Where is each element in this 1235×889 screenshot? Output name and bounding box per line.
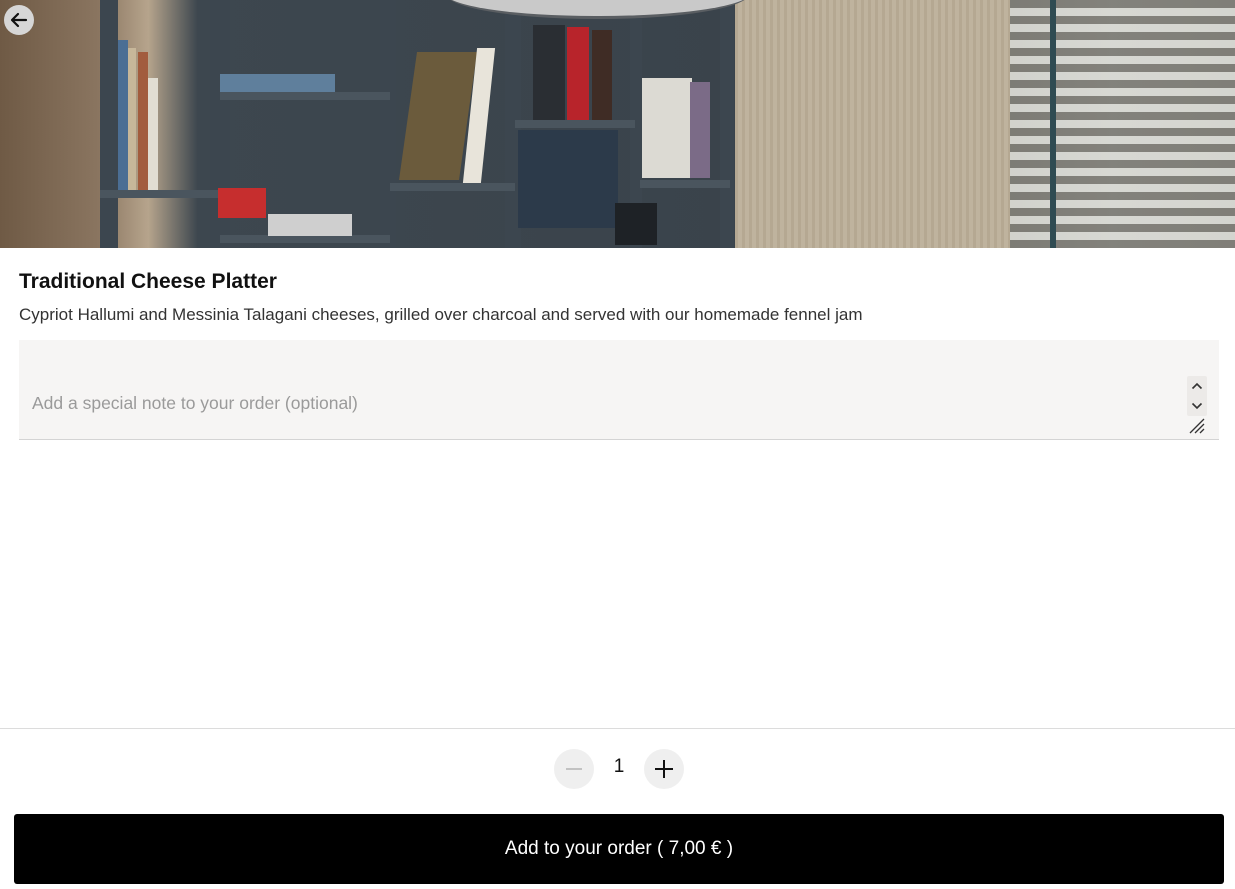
footer-divider bbox=[0, 728, 1235, 729]
product-hero-image bbox=[0, 0, 1235, 248]
hero-cup bbox=[615, 203, 657, 245]
special-note-field bbox=[19, 340, 1219, 440]
plus-icon bbox=[655, 760, 673, 778]
note-scroll-spinner bbox=[1187, 376, 1207, 416]
hero-game-box bbox=[268, 214, 352, 236]
add-to-order-button[interactable]: Add to your order ( 7,00 € ) bbox=[14, 814, 1224, 884]
hero-book bbox=[592, 30, 612, 120]
hero-shelf bbox=[515, 120, 635, 128]
hero-lamp-pole bbox=[1050, 0, 1056, 248]
hero-game-box bbox=[218, 188, 266, 218]
hero-book bbox=[567, 27, 589, 120]
product-description: Cypriot Hallumi and Messinia Talagani ch… bbox=[19, 305, 863, 324]
hero-shelf-post bbox=[380, 0, 396, 248]
back-button[interactable] bbox=[4, 5, 34, 35]
hero-book bbox=[118, 40, 128, 190]
chevron-up-icon bbox=[1191, 382, 1203, 390]
scroll-up-button[interactable] bbox=[1187, 376, 1207, 396]
hero-shelf bbox=[640, 180, 730, 188]
resize-handle-icon[interactable] bbox=[1187, 416, 1205, 434]
hero-wall-panel bbox=[735, 0, 1010, 248]
arrow-left-icon bbox=[10, 12, 28, 28]
hero-book bbox=[128, 48, 136, 190]
increase-quantity-button[interactable] bbox=[644, 749, 684, 789]
hero-shelf bbox=[100, 190, 230, 198]
special-note-input[interactable] bbox=[19, 340, 1219, 439]
decrease-quantity-button[interactable] bbox=[554, 749, 594, 789]
hero-book bbox=[518, 130, 618, 228]
hero-book bbox=[642, 78, 692, 178]
hero-shelf-post bbox=[720, 0, 734, 248]
hero-book bbox=[220, 74, 335, 92]
hero-book bbox=[533, 25, 565, 120]
hero-book bbox=[690, 82, 710, 178]
hero-book bbox=[148, 78, 158, 190]
add-to-order-label: Add to your order bbox=[504, 838, 652, 859]
chevron-down-icon bbox=[1191, 402, 1203, 410]
add-to-order-price: ( 7,00 € ) bbox=[657, 838, 734, 859]
minus-icon bbox=[566, 768, 582, 770]
hero-shelf bbox=[390, 183, 515, 191]
hero-shelf bbox=[220, 92, 390, 100]
product-title: Traditional Cheese Platter bbox=[19, 270, 277, 293]
hero-window-blinds bbox=[1010, 0, 1235, 248]
quantity-value: 1 bbox=[613, 756, 625, 777]
hero-book bbox=[138, 52, 148, 190]
product-detail-page: Traditional Cheese Platter Cypriot Hallu… bbox=[0, 0, 1235, 889]
hero-lamp-shade bbox=[445, 0, 750, 19]
hero-shelf bbox=[220, 235, 390, 243]
scroll-down-button[interactable] bbox=[1187, 396, 1207, 416]
hero-shelf-post bbox=[100, 0, 118, 248]
